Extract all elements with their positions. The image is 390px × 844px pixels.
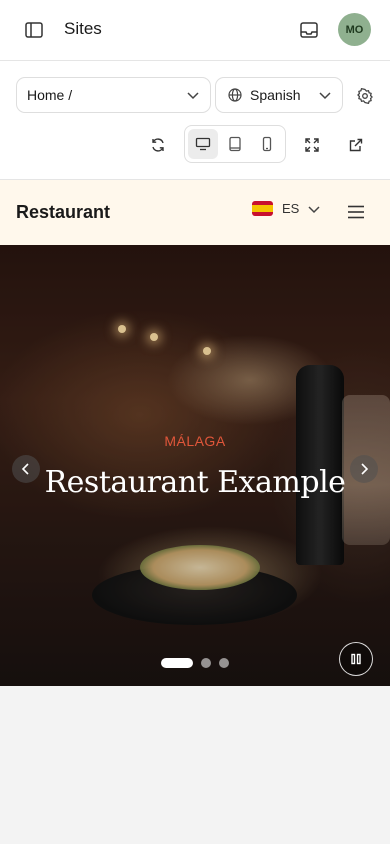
inbox-icon[interactable] <box>297 19 321 41</box>
chevron-down-icon <box>187 92 199 100</box>
hero-headline: Restaurant Example <box>44 465 346 500</box>
user-avatar[interactable]: MO <box>338 13 371 46</box>
site-header: Restaurant ES <box>0 180 390 245</box>
carousel-dot[interactable] <box>201 658 211 668</box>
pause-icon <box>351 653 361 665</box>
carousel-pause-button[interactable] <box>339 642 373 676</box>
hero-kicker: MÁLAGA <box>164 433 226 449</box>
page-title: Sites <box>64 19 102 38</box>
external-link-icon[interactable] <box>345 134 367 156</box>
spain-flag-icon <box>252 201 273 216</box>
mobile-view-icon[interactable] <box>252 129 282 159</box>
device-switcher <box>184 125 286 163</box>
carousel-prev-button[interactable] <box>12 455 40 483</box>
site-brand[interactable]: Restaurant <box>16 202 110 223</box>
hero-carousel: MÁLAGA Restaurant Example <box>0 245 390 686</box>
desktop-view-icon[interactable] <box>188 129 218 159</box>
carousel-pagination <box>161 658 229 668</box>
site-language-switcher[interactable]: ES <box>252 201 321 216</box>
chevron-right-icon <box>361 463 369 475</box>
chevron-down-icon <box>308 205 320 213</box>
carousel-dot[interactable] <box>161 658 193 668</box>
fullscreen-icon[interactable] <box>301 134 323 156</box>
language-select[interactable]: Spanish <box>215 77 343 113</box>
settings-gear-icon[interactable] <box>354 85 376 107</box>
page-select-value: Home / <box>27 87 73 103</box>
globe-icon <box>228 88 242 102</box>
carousel-next-button[interactable] <box>350 455 378 483</box>
site-language-code: ES <box>282 201 300 216</box>
tablet-view-icon[interactable] <box>220 129 250 159</box>
app-topbar: Sites MO <box>0 0 390 61</box>
language-select-value: Spanish <box>250 87 301 103</box>
refresh-icon[interactable] <box>147 134 169 156</box>
hamburger-menu-icon[interactable] <box>346 202 366 222</box>
preview-controls: Home / Spanish <box>0 61 390 180</box>
sidebar-toggle-icon[interactable] <box>22 19 46 41</box>
carousel-dot[interactable] <box>219 658 229 668</box>
chevron-down-icon <box>319 92 331 100</box>
chevron-left-icon <box>21 463 29 475</box>
page-select[interactable]: Home / <box>16 77 211 113</box>
